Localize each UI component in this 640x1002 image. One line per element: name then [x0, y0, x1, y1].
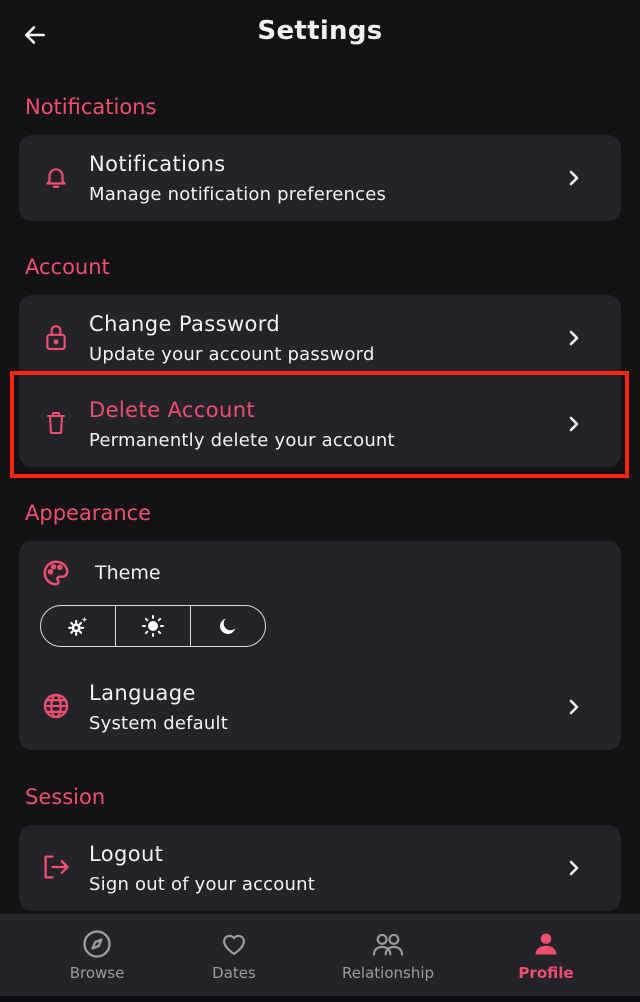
nav-item-dates[interactable]: Dates	[164, 915, 304, 997]
delete-account-row[interactable]: Delete Account Permanently delete your a…	[19, 381, 621, 467]
nav-item-profile[interactable]: Profile	[476, 915, 616, 997]
logout-title: Logout	[89, 842, 164, 866]
trash-icon	[41, 407, 71, 439]
lock-icon	[41, 321, 71, 353]
app-header: Settings	[0, 0, 640, 70]
notifications-card: Notifications Manage notification prefer…	[19, 135, 621, 221]
logout-icon	[41, 851, 71, 883]
language-title: Language	[89, 681, 196, 705]
language-subtitle: System default	[89, 713, 228, 734]
delete-account-title: Delete Account	[89, 398, 256, 422]
account-card: Change Password Update your account pass…	[19, 295, 621, 467]
heart-icon	[164, 929, 304, 959]
notifications-subtitle: Manage notification preferences	[89, 184, 387, 205]
appearance-card: Theme Language System default	[19, 541, 621, 750]
page-title: Settings	[257, 16, 383, 46]
change-password-row[interactable]: Change Password Update your account pass…	[19, 295, 621, 381]
nav-label-relationship: Relationship	[341, 964, 435, 982]
person-icon	[476, 929, 616, 959]
change-password-subtitle: Update your account password	[89, 344, 375, 365]
theme-segmented-control	[40, 605, 266, 647]
system-auto-icon	[68, 616, 88, 636]
globe-icon	[41, 690, 71, 722]
bottom-navigation: Browse Dates Relationship Profile	[0, 914, 640, 997]
nav-label-dates: Dates	[212, 964, 256, 982]
nav-label-browse: Browse	[69, 964, 125, 982]
sun-icon	[142, 615, 164, 637]
nav-item-relationship[interactable]: Relationship	[318, 915, 458, 997]
theme-title: Theme	[95, 562, 161, 584]
section-title-account: Account	[25, 255, 110, 279]
language-row[interactable]: Language System default	[19, 664, 621, 750]
change-password-title: Change Password	[89, 312, 281, 336]
theme-option-dark[interactable]	[190, 606, 265, 646]
nav-item-browse[interactable]: Browse	[27, 915, 167, 997]
delete-account-subtitle: Permanently delete your account	[89, 430, 395, 451]
theme-option-light[interactable]	[115, 606, 190, 646]
chevron-right-icon	[565, 165, 583, 191]
system-bottom-bar	[0, 996, 640, 1002]
theme-option-system[interactable]	[41, 606, 115, 646]
section-title-session: Session	[25, 785, 106, 809]
chevron-right-icon	[565, 411, 583, 437]
notifications-row[interactable]: Notifications Manage notification prefer…	[19, 135, 621, 221]
section-title-appearance: Appearance	[25, 501, 152, 525]
people-icon	[318, 929, 458, 959]
bell-icon	[41, 161, 71, 193]
section-title-notifications: Notifications	[25, 95, 157, 119]
palette-icon	[41, 558, 71, 588]
logout-row[interactable]: Logout Sign out of your account	[19, 825, 621, 911]
nav-label-profile: Profile	[518, 964, 574, 982]
chevron-right-icon	[565, 694, 583, 720]
chevron-right-icon	[565, 325, 583, 351]
notifications-title: Notifications	[89, 152, 226, 176]
chevron-right-icon	[565, 855, 583, 881]
moon-icon	[220, 618, 236, 634]
compass-icon	[27, 929, 167, 959]
logout-subtitle: Sign out of your account	[89, 874, 315, 895]
session-card: Logout Sign out of your account	[19, 825, 621, 911]
